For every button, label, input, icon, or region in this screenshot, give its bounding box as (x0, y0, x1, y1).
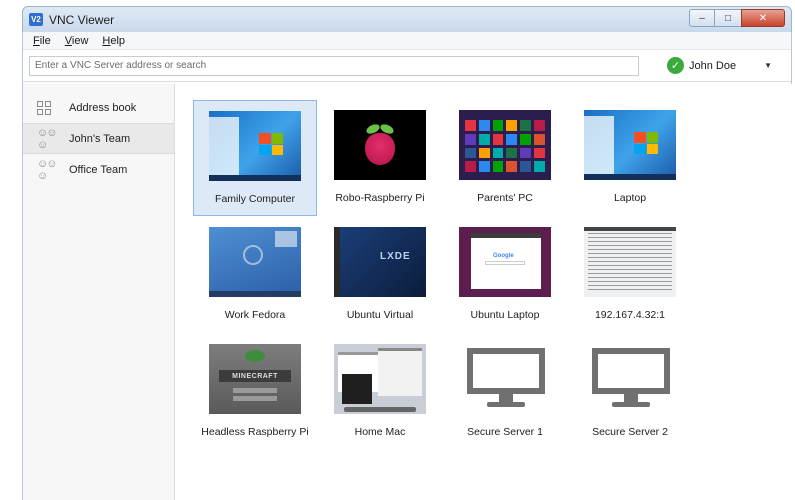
windows-7-desktop-thumbnail (209, 111, 301, 181)
server-search-input[interactable] (29, 55, 639, 76)
computer-label: Ubuntu Laptop (470, 309, 540, 321)
ubuntu-browser-thumbnail: Google (459, 227, 551, 297)
computer-label: Home Mac (354, 426, 406, 438)
computer-label: Headless Raspberry Pi (201, 426, 309, 438)
sidebar-item-label: John's Team (69, 132, 131, 145)
team-icon: ☺☺☺ (37, 157, 57, 182)
computer-tile-ubuntu-virtual[interactable]: LXDE Ubuntu Virtual (318, 217, 442, 333)
windows-8-start-thumbnail (459, 110, 551, 180)
user-account[interactable]: ✓ John Doe (667, 57, 736, 74)
sidebar-item-label: Address book (69, 101, 137, 114)
grid-icon (37, 100, 57, 115)
computer-label: Laptop (613, 192, 647, 204)
computer-label: Ubuntu Virtual (346, 309, 414, 321)
close-icon: ✕ (758, 12, 768, 24)
close-button[interactable]: ✕ (741, 9, 785, 27)
computer-tile-headless-raspberry-pi[interactable]: MINECRAFT Headless Raspberry Pi (193, 334, 317, 450)
computer-label: Family Computer (215, 193, 295, 205)
computer-tile-192-167-4-32[interactable]: 192.167.4.32:1 (568, 217, 692, 333)
title-bar: V2 VNC Viewer – □ ✕ (22, 6, 792, 32)
menu-file[interactable]: File (31, 35, 53, 47)
sidebar-item-address-book[interactable]: Address book (23, 92, 174, 123)
sidebar: Address book ☺☺☺ John's Team ☺☺☺ Office … (23, 84, 175, 500)
computer-tile-home-mac[interactable]: Home Mac (318, 334, 442, 450)
computer-tile-secure-server-1[interactable]: Secure Server 1 (443, 334, 567, 450)
computer-label: Parents' PC (477, 192, 533, 204)
window-title: VNC Viewer (49, 12, 115, 27)
computer-tile-ubuntu-laptop[interactable]: Google Ubuntu Laptop (443, 217, 567, 333)
user-name: John Doe (689, 59, 737, 72)
vnc-app-icon: V2 (29, 13, 43, 26)
toolbar: ✓ John Doe ▼ (23, 50, 791, 82)
sidebar-item-label: Office Team (69, 163, 128, 176)
windows-7-desktop-thumbnail (584, 110, 676, 180)
ubuntu-desktop-thumbnail: LXDE (334, 227, 426, 297)
computer-tile-secure-server-2[interactable]: Secure Server 2 (568, 334, 692, 450)
maximize-icon: □ (724, 12, 732, 24)
computer-tile-parents-pc[interactable]: Parents' PC (443, 100, 567, 216)
computer-label: Secure Server 1 (467, 426, 543, 438)
minecraft-thumbnail: MINECRAFT (209, 344, 301, 414)
minimize-icon: – (699, 12, 705, 24)
computer-tile-robo-raspberry-pi[interactable]: Robo-Raspberry Pi (318, 100, 442, 216)
app-window: File View Help ✓ John Doe ▼ Address book… (22, 32, 792, 500)
fedora-desktop-thumbnail (209, 227, 301, 297)
menu-bar: File View Help (23, 32, 791, 50)
computer-tile-laptop[interactable]: Laptop (568, 100, 692, 216)
monitor-icon (584, 344, 676, 414)
mac-desktop-thumbnail (334, 344, 426, 414)
account-dropdown-icon[interactable]: ▼ (764, 61, 772, 70)
terminal-thumbnail (584, 227, 676, 297)
minimize-button[interactable]: – (689, 9, 715, 27)
monitor-icon (459, 344, 551, 414)
maximize-button[interactable]: □ (715, 9, 741, 27)
team-icon: ☺☺☺ (37, 126, 57, 151)
signed-in-check-icon: ✓ (667, 57, 684, 74)
sidebar-item-office-team[interactable]: ☺☺☺ Office Team (23, 154, 174, 185)
computer-grid: Family Computer Robo-Raspberry Pi Parent… (175, 84, 792, 500)
raspberry-pi-logo-thumbnail (334, 110, 426, 180)
computer-label: Secure Server 2 (592, 426, 668, 438)
window-controls: – □ ✕ (689, 9, 785, 27)
menu-help[interactable]: Help (100, 35, 127, 47)
computer-tile-work-fedora[interactable]: Work Fedora (193, 217, 317, 333)
computer-label: Robo-Raspberry Pi (335, 192, 425, 204)
sidebar-item-johns-team[interactable]: ☺☺☺ John's Team (23, 123, 174, 154)
computer-label: Work Fedora (224, 309, 286, 321)
computer-tile-family-computer[interactable]: Family Computer (193, 100, 317, 216)
menu-view[interactable]: View (63, 35, 91, 47)
computer-label: 192.167.4.32:1 (594, 309, 666, 321)
